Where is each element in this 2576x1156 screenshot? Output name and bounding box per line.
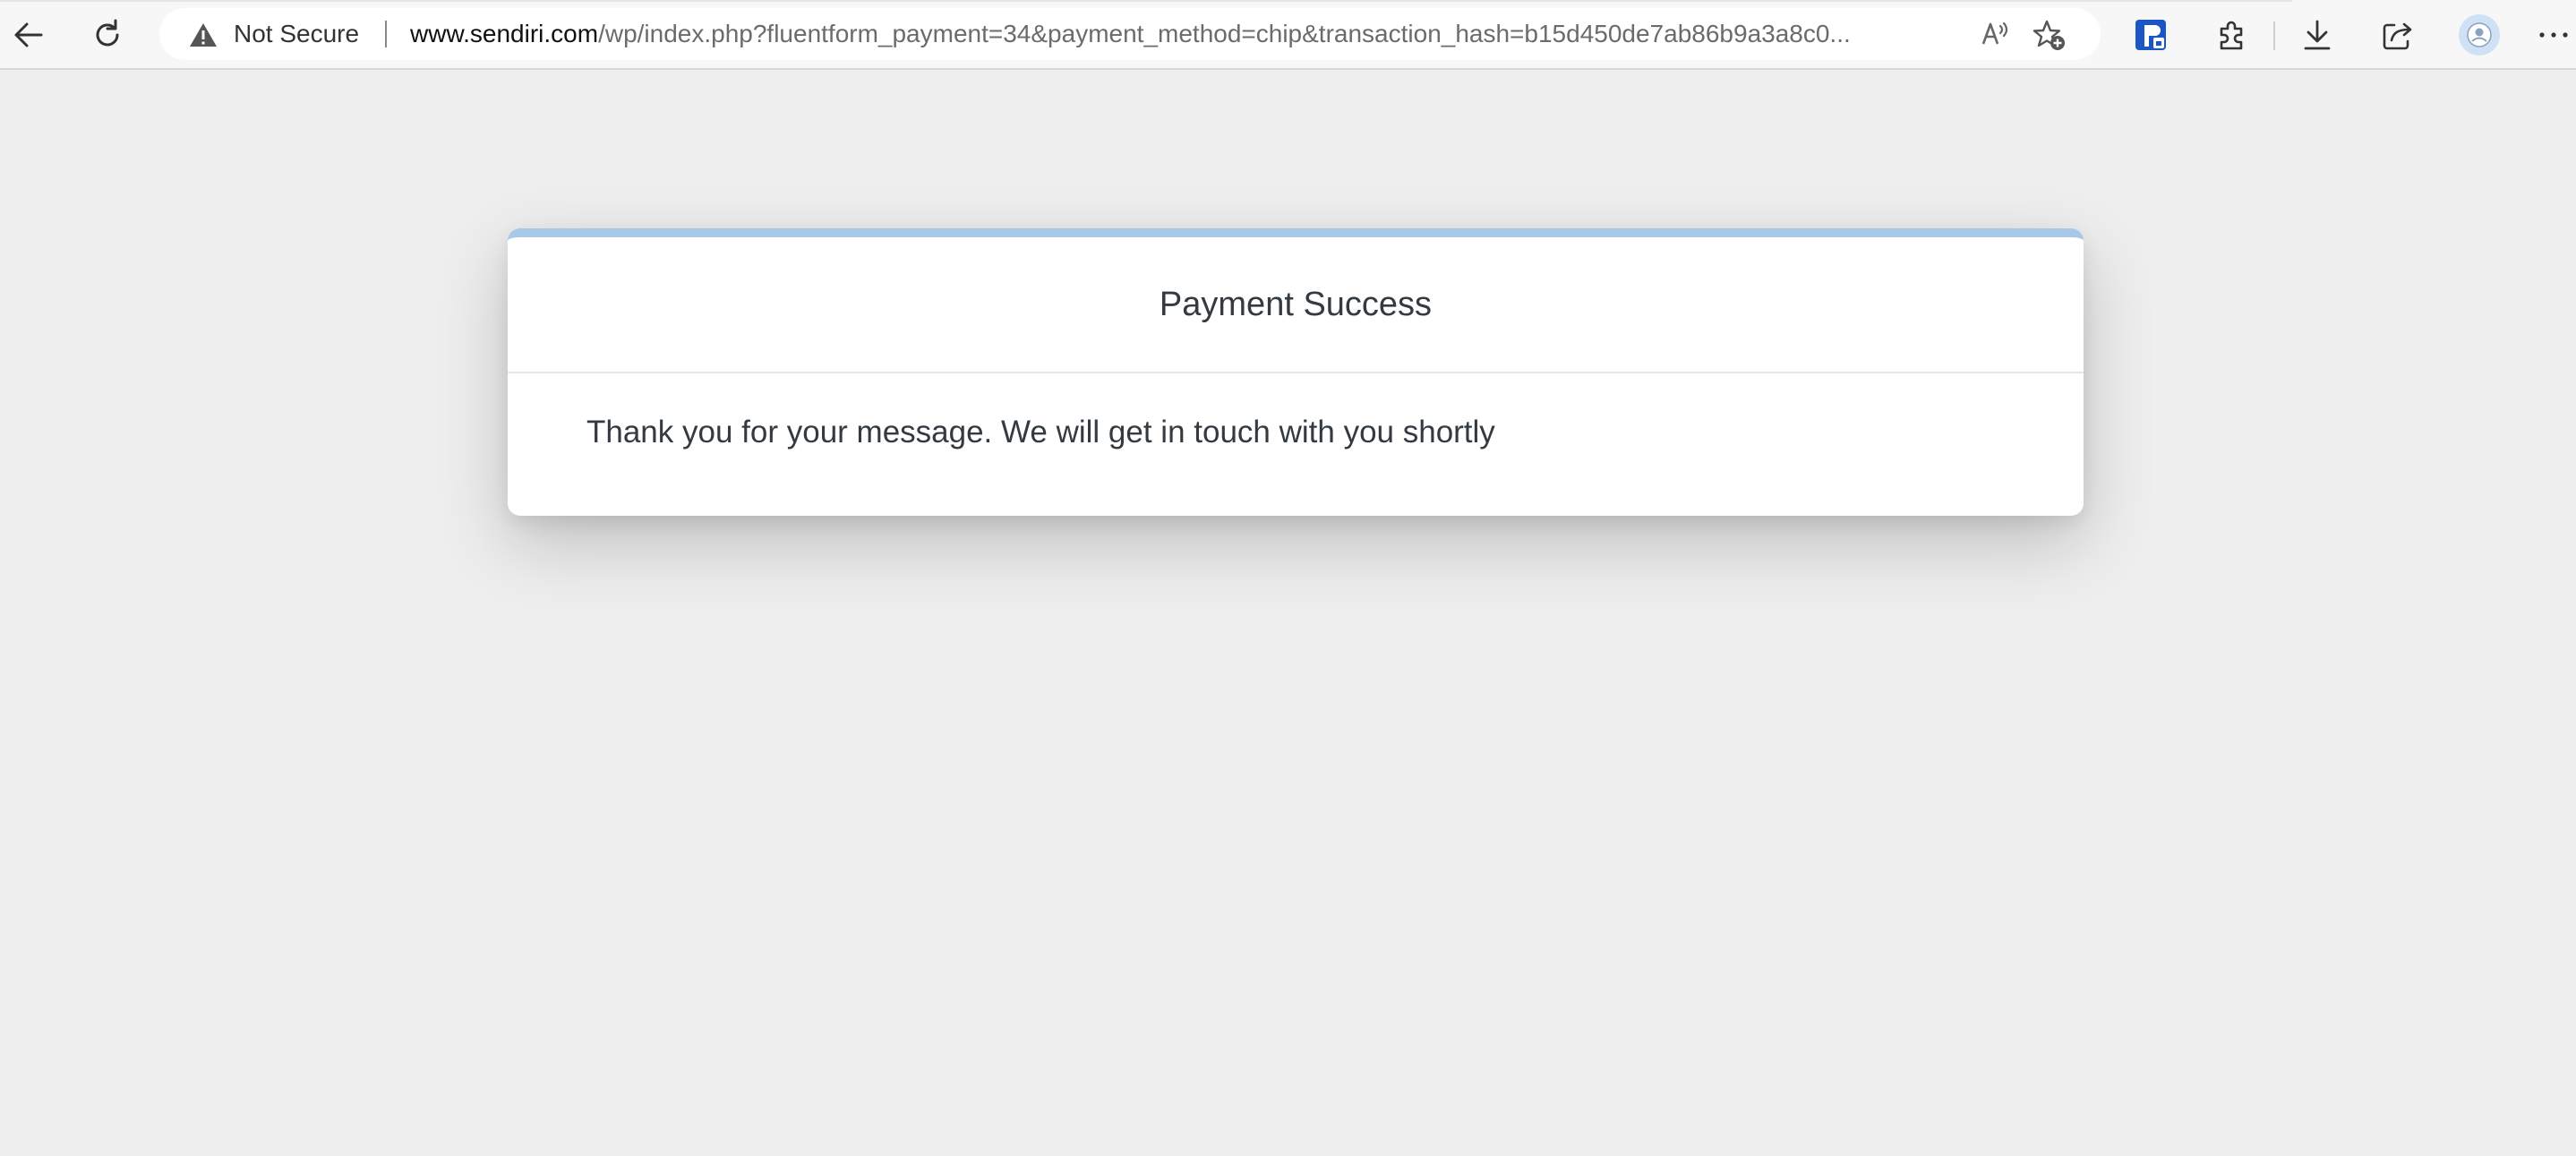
page-title: Payment Success (1159, 285, 1433, 323)
back-arrow-icon (11, 17, 47, 53)
read-aloud-icon[interactable] (1981, 19, 2013, 54)
browser-toolbar: Not Secure www.sendiri.com/wp/index.php?… (0, 0, 2576, 70)
profile-button[interactable] (2454, 10, 2504, 60)
url-path: /wp/index.php?fluentform_payment=34&paym… (598, 20, 1851, 47)
back-button[interactable] (4, 10, 54, 60)
reload-button[interactable] (82, 10, 133, 60)
address-bar[interactable]: Not Secure www.sendiri.com/wp/index.php?… (159, 8, 2101, 60)
share-icon (2381, 18, 2415, 52)
downloads-button[interactable] (2292, 10, 2342, 60)
payment-status-card: Payment Success Thank you for your messa… (508, 228, 2084, 516)
url-host: www.sendiri.com (410, 20, 599, 47)
download-icon (2300, 18, 2334, 52)
profile-avatar-icon (2458, 13, 2501, 56)
reload-icon (90, 17, 125, 53)
url-text[interactable]: www.sendiri.com/wp/index.php?fluentform_… (410, 8, 2120, 60)
extensions-button[interactable] (2206, 10, 2256, 60)
more-menu-icon (2537, 30, 2570, 40)
confirmation-message: Thank you for your message. We will get … (586, 415, 1495, 450)
add-favorite-icon[interactable] (2033, 19, 2067, 56)
security-status-label[interactable]: Not Secure (234, 8, 359, 60)
share-button[interactable] (2373, 10, 2423, 60)
extension-badge-button[interactable] (2126, 10, 2176, 60)
warning-triangle-icon[interactable] (188, 21, 218, 53)
extension-badge-icon (2134, 18, 2168, 52)
tab-strip-edge (0, 0, 2292, 2)
extensions-puzzle-icon (2214, 18, 2248, 52)
toolbar-divider (2273, 21, 2275, 50)
address-divider (385, 21, 387, 47)
more-menu-button[interactable] (2534, 10, 2573, 60)
card-divider (508, 372, 2084, 373)
